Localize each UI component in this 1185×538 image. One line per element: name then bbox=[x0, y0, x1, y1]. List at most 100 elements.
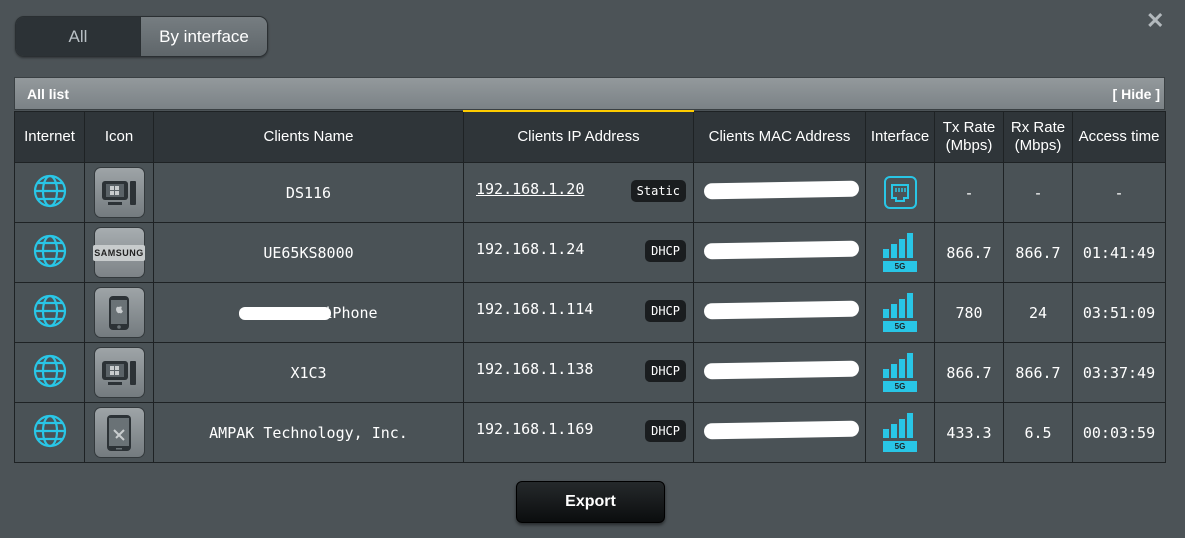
interface-cell: 5G bbox=[865, 402, 935, 463]
clients-table: Internet Icon Clients Name Clients IP Ad… bbox=[14, 110, 1166, 463]
client-ip[interactable]: 192.168.1.20 bbox=[476, 180, 584, 198]
export-button[interactable]: Export bbox=[516, 481, 665, 523]
client-ip-cell: 192.168.1.114 DHCP bbox=[463, 282, 694, 343]
client-name-cell[interactable]: iPhone bbox=[153, 282, 464, 343]
mac-redaction bbox=[703, 420, 860, 440]
samsung-logo: SAMSUNG bbox=[93, 244, 145, 261]
ip-type-badge: Static bbox=[630, 180, 686, 202]
rx-rate: - bbox=[1003, 162, 1073, 223]
rx-rate: 6.5 bbox=[1003, 402, 1073, 463]
icon-cell: SAMSUNG bbox=[84, 222, 154, 283]
client-mac-cell: 00:11:32:57:5E:C bbox=[693, 162, 866, 223]
tx-rate: 866.7 bbox=[934, 222, 1004, 283]
col-interface[interactable]: Interface bbox=[865, 110, 935, 163]
mac-redaction bbox=[703, 300, 860, 320]
apple-phone-icon[interactable] bbox=[93, 287, 145, 338]
client-name: UE65KS8000 bbox=[263, 243, 354, 262]
globe-icon[interactable] bbox=[33, 294, 67, 332]
interface-cell: 5G bbox=[865, 282, 935, 343]
table-row[interactable]: DS116 192.168.1.20 Static 00:11:32:57:5E:C -… bbox=[14, 162, 1166, 223]
band-label: 5G bbox=[883, 440, 917, 452]
wifi-5g-icon: 5G bbox=[883, 412, 917, 454]
table-row[interactable]: SAMSUNG UE65KS8000 192.168.1.24 DHCP C0:97:2… bbox=[14, 222, 1166, 283]
wifi-5g-icon: 5G bbox=[883, 232, 917, 274]
client-mac-cell: C0:97:27:3C:10:40 bbox=[693, 222, 866, 283]
android-phone-icon[interactable] bbox=[93, 407, 145, 458]
table-row[interactable]: iPhone 192.168.1.114 DHCP 78:FD:94:2D:0E:C0… bbox=[14, 282, 1166, 343]
client-name: iPhone bbox=[323, 303, 378, 322]
globe-icon[interactable] bbox=[33, 234, 67, 272]
client-ip: 192.168.1.138 bbox=[476, 360, 594, 378]
client-name-cell[interactable]: DS116 bbox=[153, 162, 464, 223]
access-time: 03:51:09 bbox=[1072, 282, 1166, 343]
tx-rate: 866.7 bbox=[934, 342, 1004, 403]
table-row[interactable]: AMPAK Technology, Inc. 192.168.1.169 DHCP B… bbox=[14, 402, 1166, 463]
globe-icon[interactable] bbox=[33, 354, 67, 392]
icon-cell bbox=[84, 162, 154, 223]
ip-type-badge: DHCP bbox=[645, 420, 686, 442]
client-ip: 192.168.1.114 bbox=[476, 300, 594, 318]
wifi-5g-icon: 5G bbox=[883, 292, 917, 334]
globe-icon[interactable] bbox=[33, 174, 67, 212]
interface-cell: 5G bbox=[865, 222, 935, 283]
client-mac-cell: 78:FD:94:2D:0E:C0 bbox=[693, 282, 866, 343]
client-ip: 192.168.1.169 bbox=[476, 420, 594, 438]
rx-rate: 24 bbox=[1003, 282, 1073, 343]
list-title: All list bbox=[27, 85, 70, 102]
col-tx-rate[interactable]: Tx Rate (Mbps) bbox=[934, 110, 1004, 163]
view-tabs: All By interface bbox=[15, 16, 268, 57]
icon-cell bbox=[84, 282, 154, 343]
client-name-cell[interactable]: AMPAK Technology, Inc. bbox=[153, 402, 464, 463]
client-mac-cell: 4C:34:88:1F:83:07 bbox=[693, 342, 866, 403]
windows-pc-icon[interactable] bbox=[93, 167, 145, 218]
tx-rate: 433.3 bbox=[934, 402, 1004, 463]
band-label: 5G bbox=[883, 320, 917, 332]
col-internet[interactable]: Internet bbox=[14, 110, 85, 163]
col-access-time[interactable]: Access time bbox=[1072, 110, 1166, 163]
mac-redaction bbox=[703, 240, 860, 260]
client-ip-cell: 192.168.1.138 DHCP bbox=[463, 342, 694, 403]
band-label: 5G bbox=[883, 380, 917, 392]
rx-rate: 866.7 bbox=[1003, 342, 1073, 403]
icon-cell bbox=[84, 342, 154, 403]
close-icon[interactable]: ✕ bbox=[1146, 8, 1164, 34]
client-name: AMPAK Technology, Inc. bbox=[209, 423, 408, 442]
samsung-tv-icon[interactable]: SAMSUNG bbox=[93, 227, 145, 278]
tab-all[interactable]: All bbox=[16, 17, 140, 56]
internet-cell bbox=[14, 282, 85, 343]
tx-rate: 780 bbox=[934, 282, 1004, 343]
redacted-name bbox=[239, 306, 332, 320]
col-icon[interactable]: Icon bbox=[84, 110, 154, 163]
client-name-cell[interactable]: UE65KS8000 bbox=[153, 222, 464, 283]
ethernet-icon bbox=[883, 176, 917, 209]
icon-cell bbox=[84, 402, 154, 463]
client-list-panel: All list [ Hide ] Internet Icon Clients … bbox=[14, 77, 1166, 463]
client-ip: 192.168.1.24 bbox=[476, 240, 585, 258]
tx-rate: - bbox=[934, 162, 1004, 223]
table-row[interactable]: X1C3 192.168.1.138 DHCP 4C:34:88:1F:83:07 5G… bbox=[14, 342, 1166, 403]
globe-icon[interactable] bbox=[33, 414, 67, 452]
client-ip-cell: 192.168.1.169 DHCP bbox=[463, 402, 694, 463]
client-ip-cell: 192.168.1.24 DHCP bbox=[463, 222, 694, 283]
col-rx-rate[interactable]: Rx Rate (Mbps) bbox=[1003, 110, 1073, 163]
client-mac-cell: B0:F8:93:D0:CF:B4 bbox=[693, 402, 866, 463]
col-clients-mac[interactable]: Clients MAC Address bbox=[693, 110, 866, 163]
wifi-5g-icon: 5G bbox=[883, 352, 917, 394]
col-clients-name[interactable]: Clients Name bbox=[153, 110, 464, 163]
interface-cell bbox=[865, 162, 935, 223]
tab-by-interface[interactable]: By interface bbox=[140, 17, 267, 56]
ip-type-badge: DHCP bbox=[645, 240, 686, 262]
windows-pc-icon[interactable] bbox=[93, 347, 145, 398]
hide-button[interactable]: [ Hide ] bbox=[1113, 86, 1160, 102]
client-name-cell[interactable]: X1C3 bbox=[153, 342, 464, 403]
internet-cell bbox=[14, 162, 85, 223]
list-header: All list [ Hide ] bbox=[14, 77, 1165, 110]
ip-type-badge: DHCP bbox=[645, 300, 686, 322]
access-time: 00:03:59 bbox=[1072, 402, 1166, 463]
internet-cell bbox=[14, 222, 85, 283]
col-clients-ip[interactable]: Clients IP Address bbox=[463, 110, 694, 163]
mac-redaction bbox=[703, 180, 860, 200]
access-time: 01:41:49 bbox=[1072, 222, 1166, 283]
interface-cell: 5G bbox=[865, 342, 935, 403]
access-time: 03:37:49 bbox=[1072, 342, 1166, 403]
